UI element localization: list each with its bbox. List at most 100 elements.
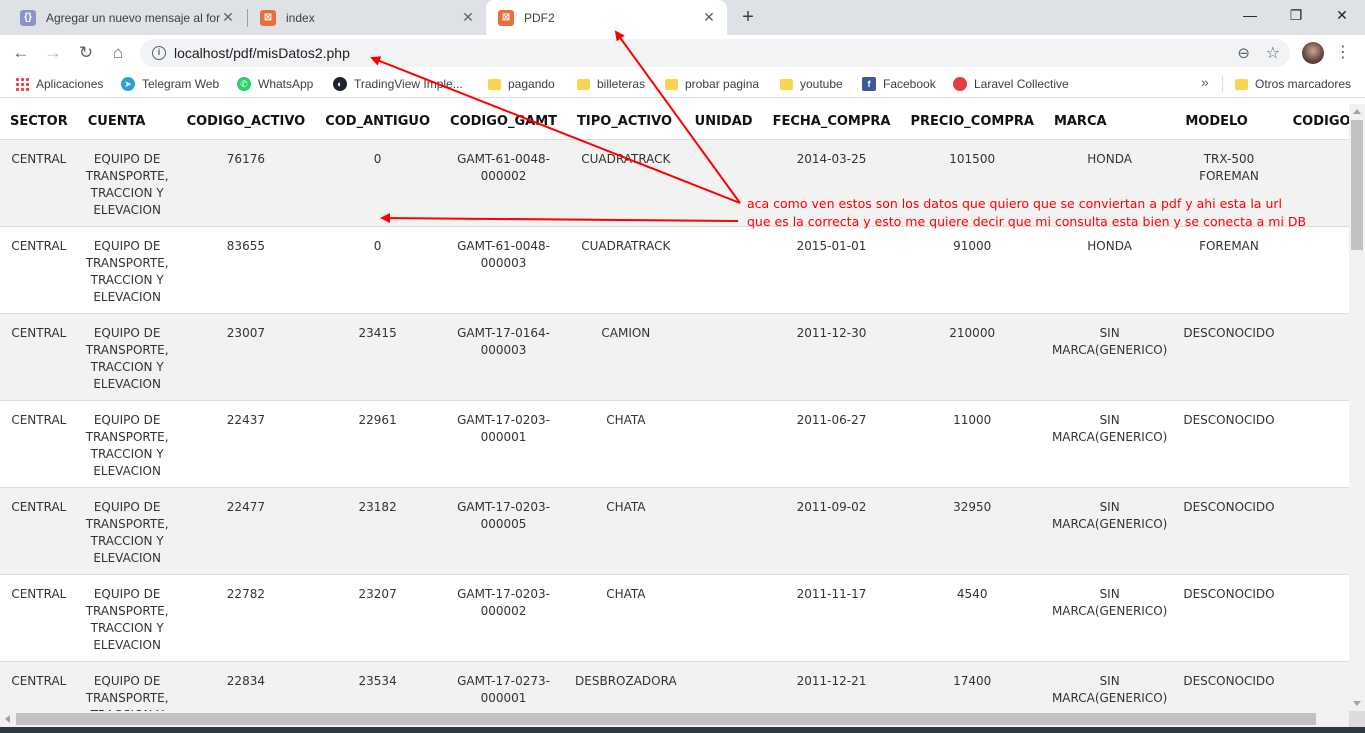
bookmark-otros-marcadores[interactable]: Otros marcadores	[1235, 75, 1351, 93]
bookmark-label: billeteras	[597, 77, 646, 91]
back-button[interactable]: ←	[7, 39, 35, 67]
table-cell: 22782	[176, 574, 316, 662]
table-cell: GAMT-17-0203-000001	[440, 400, 568, 488]
horizontal-scrollbar[interactable]	[0, 711, 1360, 727]
bookmark-aplicaciones[interactable]: Aplicaciones	[15, 75, 103, 93]
column-header: PRECIO_COMPRA	[900, 104, 1044, 140]
table-cell: SIN MARCA(GENERICO)	[1043, 574, 1176, 662]
close-icon[interactable]: ✕	[220, 9, 236, 26]
menu-dots-icon[interactable]: ⋮	[1334, 42, 1352, 64]
table-cell: 0	[315, 139, 441, 227]
table-cell	[1282, 226, 1349, 314]
table-cell: 210000	[900, 313, 1044, 401]
scroll-down-arrow-icon[interactable]	[1353, 701, 1361, 706]
close-icon[interactable]: ✕	[460, 9, 476, 26]
bookmark-label: Aplicaciones	[36, 77, 104, 91]
table-cell: EQUIPO DE TRANSPORTE, TRACCION Y ELEVACI…	[77, 313, 177, 401]
table-cell: 22477	[176, 487, 316, 575]
info-icon[interactable]: i	[152, 46, 166, 60]
xampp-icon: ⊠	[260, 9, 276, 26]
tab-pdf2[interactable]: ⊠ PDF2 ✕	[486, 0, 727, 35]
table-cell: GAMT-17-0203-000005	[440, 487, 568, 575]
table-cell: DESCONOCIDO	[1175, 313, 1283, 401]
scrollbar-corner	[1349, 711, 1365, 727]
bookmark-billeteras[interactable]: billeteras	[577, 75, 645, 93]
taskbar-strip	[0, 727, 1365, 733]
column-header: SECTOR	[0, 104, 78, 140]
bookmark-pagando[interactable]: pagando	[488, 75, 555, 93]
folder-icon	[780, 78, 793, 90]
bookmark-tradingview[interactable]: ◐ TradingView Imple...	[333, 75, 463, 93]
table-cell	[684, 226, 763, 314]
bookmark-star-icon[interactable]: ☆	[1266, 43, 1280, 63]
table-row: CENTRALEQUIPO DE TRANSPORTE, TRACCION Y …	[0, 226, 1349, 314]
table-cell: CAMION	[567, 313, 685, 401]
vertical-scrollbar[interactable]	[1349, 104, 1365, 711]
window-close-button[interactable]: ✕	[1319, 0, 1365, 30]
annotation-line-2: que es la correcta y esto me quiere deci…	[747, 214, 1307, 229]
table-cell: HONDA	[1043, 226, 1176, 314]
annotation-line-1: aca como ven estos son los datos que qui…	[747, 196, 1282, 211]
bookmark-facebook[interactable]: f Facebook	[862, 75, 936, 93]
new-tab-button[interactable]: +	[737, 5, 759, 29]
table-cell: 22961	[315, 400, 441, 488]
profile-avatar[interactable]	[1302, 42, 1324, 64]
table-row: CENTRALEQUIPO DE TRANSPORTE, TRACCION Y …	[0, 574, 1349, 662]
annotation-note: aca como ven estos son los datos que qui…	[747, 195, 1347, 231]
bookmark-laravel-collective[interactable]: Laravel Collective	[953, 75, 1069, 93]
bookmark-youtube[interactable]: youtube	[780, 75, 843, 93]
scroll-up-arrow-icon[interactable]	[1353, 109, 1361, 114]
table-cell: 23534	[315, 661, 441, 711]
table-cell: CENTRAL	[0, 574, 78, 662]
bookmarks-separator	[1222, 76, 1223, 92]
braces-icon: {}	[20, 9, 36, 26]
tab-title: index	[286, 10, 315, 25]
column-header: UNIDAD	[684, 104, 763, 140]
table-cell: CENTRAL	[0, 661, 78, 711]
table-cell: CENTRAL	[0, 313, 78, 401]
table-cell: CENTRAL	[0, 487, 78, 575]
bookmarks-overflow-button[interactable]: »	[1201, 74, 1209, 90]
table-cell: DESCONOCIDO	[1175, 574, 1283, 662]
table-cell: 22437	[176, 400, 316, 488]
table-cell: EQUIPO DE TRANSPORTE, TRACCION Y ELEVACI…	[77, 574, 177, 662]
bookmark-whatsapp[interactable]: ✆ WhatsApp	[237, 75, 313, 93]
table-cell: CHATA	[567, 400, 685, 488]
table-cell: 22834	[176, 661, 316, 711]
folder-icon	[1235, 78, 1248, 90]
apps-grid-icon	[15, 77, 29, 91]
url-text[interactable]: localhost/pdf/misDatos2.php	[174, 45, 350, 61]
table-cell: EQUIPO DE TRANSPORTE, TRACCION Y ELEVACI…	[77, 139, 177, 227]
tab-foro[interactable]: {} Agregar un nuevo mensaje al foro ✕	[8, 0, 246, 35]
browser-toolbar: ← → ↻ ⌂ i localhost/pdf/misDatos2.php ⊖ …	[0, 35, 1365, 70]
tab-index[interactable]: ⊠ index ✕	[248, 0, 486, 35]
reload-button[interactable]: ↻	[72, 39, 100, 67]
column-header: CODIGO_GAMT	[440, 104, 568, 140]
zoom-icon[interactable]: ⊖	[1237, 44, 1250, 62]
table-cell: EQUIPO DE TRANSPORTE, TRACCION Y ELEVACI…	[77, 226, 177, 314]
horizontal-scroll-thumb[interactable]	[16, 713, 1316, 725]
table-cell: EQUIPO DE TRANSPORTE, TRACCION Y ELEVACI…	[77, 400, 177, 488]
bookmark-probar-pagina[interactable]: probar pagina	[665, 75, 759, 93]
table-cell	[1282, 313, 1349, 401]
bookmark-label: youtube	[800, 77, 843, 91]
minimize-button[interactable]: —	[1227, 0, 1273, 30]
table-cell	[1282, 400, 1349, 488]
forward-button[interactable]: →	[39, 39, 67, 67]
table-cell: SIN MARCA(GENERICO)	[1043, 661, 1176, 711]
table-row: CENTRALEQUIPO DE TRANSPORTE, TRACCION Y …	[0, 400, 1349, 488]
bookmark-telegram[interactable]: ➤ Telegram Web	[121, 75, 219, 93]
home-button[interactable]: ⌂	[104, 39, 132, 67]
table-cell: DESBROZADORA	[567, 661, 685, 711]
table-cell: DESCONOCIDO	[1175, 487, 1283, 575]
table-cell: 23207	[315, 574, 441, 662]
table-cell: GAMT-61-0048-000002	[440, 139, 568, 227]
scroll-left-arrow-icon[interactable]	[5, 715, 10, 723]
address-bar[interactable]: i localhost/pdf/misDatos2.php ⊖ ☆	[140, 39, 1290, 67]
table-cell	[1282, 661, 1349, 711]
table-row: CENTRALEQUIPO DE TRANSPORTE, TRACCION Y …	[0, 487, 1349, 575]
close-icon[interactable]: ✕	[701, 9, 717, 26]
vertical-scroll-thumb[interactable]	[1351, 120, 1363, 250]
restore-button[interactable]: ❐	[1273, 0, 1319, 30]
table-cell: SIN MARCA(GENERICO)	[1043, 400, 1176, 488]
